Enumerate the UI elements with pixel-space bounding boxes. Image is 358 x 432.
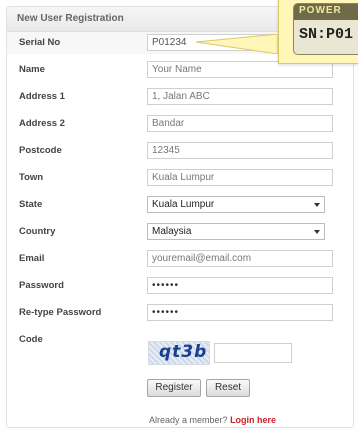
tooltip-header-text: POWER	[299, 5, 342, 16]
row-postcode: Postcode	[7, 140, 353, 162]
town-input[interactable]	[147, 169, 333, 186]
row-address-2: Address 2	[7, 113, 353, 135]
row-country: Country Malaysia	[7, 221, 353, 243]
email-label: Email	[19, 253, 45, 264]
serial-label-photo: POWER SN:P01	[293, 3, 358, 55]
row-town: Town	[7, 167, 353, 189]
address-1-label: Address 1	[19, 91, 65, 102]
registration-panel: New User Registration Serial No Name Add…	[6, 6, 354, 428]
town-label: Town	[19, 172, 44, 183]
member-text: Already a member?	[149, 415, 228, 425]
tooltip-serial-text: SN:P01	[299, 26, 354, 43]
address-1-input[interactable]	[147, 88, 333, 105]
retype-password-label: Re-type Password	[19, 307, 102, 318]
row-retype-password: Re-type Password	[7, 302, 353, 324]
captcha-text: qt3b	[159, 342, 208, 362]
address-2-input[interactable]	[147, 115, 333, 132]
serial-number-tooltip: POWER SN:P01	[278, 0, 358, 64]
state-label: State	[19, 199, 43, 210]
login-prompt: Already a member? Login here	[149, 415, 276, 425]
code-label: Code	[19, 334, 43, 345]
row-password: Password	[7, 275, 353, 297]
state-select[interactable]: Kuala Lumpur	[147, 196, 325, 213]
country-label: Country	[19, 226, 56, 237]
country-select[interactable]: Malaysia	[147, 223, 325, 240]
login-link[interactable]: Login here	[230, 415, 276, 425]
row-email: Email	[7, 248, 353, 270]
postcode-label: Postcode	[19, 145, 62, 156]
retype-password-input[interactable]	[147, 304, 333, 321]
email-input[interactable]	[147, 250, 333, 267]
password-label: Password	[19, 280, 64, 291]
postcode-input[interactable]	[147, 142, 333, 159]
row-address-1: Address 1	[7, 86, 353, 108]
register-button[interactable]: Register	[147, 379, 201, 397]
name-label: Name	[19, 64, 45, 75]
captcha-input[interactable]	[214, 343, 292, 363]
country-selected-value: Malaysia	[152, 226, 192, 237]
chevron-down-icon	[314, 203, 320, 207]
chevron-down-icon	[314, 230, 320, 234]
tooltip-pointer	[196, 34, 278, 54]
captcha-image: qt3b	[148, 341, 210, 365]
serial-no-label: Serial No	[19, 37, 61, 48]
state-selected-value: Kuala Lumpur	[152, 199, 215, 210]
password-input[interactable]	[147, 277, 333, 294]
row-state: State Kuala Lumpur	[7, 194, 353, 216]
address-2-label: Address 2	[19, 118, 65, 129]
reset-button[interactable]: Reset	[206, 379, 250, 397]
